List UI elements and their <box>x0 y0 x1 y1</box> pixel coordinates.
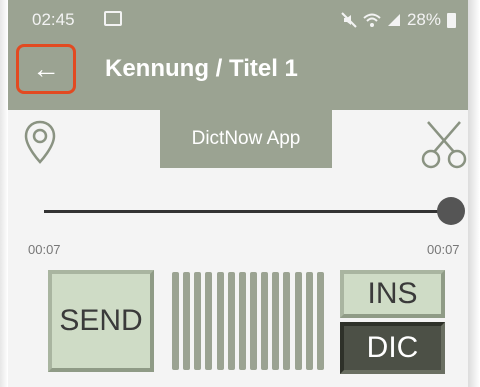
level-bar <box>272 272 280 370</box>
signal-icon <box>387 14 400 26</box>
audio-level-meter <box>172 272 324 370</box>
wifi-icon <box>363 13 381 27</box>
level-bar <box>227 272 235 370</box>
playback-slider-track[interactable] <box>44 210 444 213</box>
level-bar <box>316 272 324 370</box>
level-bar <box>294 272 302 370</box>
status-time: 02:45 <box>32 10 75 29</box>
elapsed-time: 00:07 <box>28 242 61 257</box>
level-bar <box>249 272 257 370</box>
toast-message: DictNow App <box>160 110 332 168</box>
page-title: Kennung / Titel 1 <box>105 55 298 82</box>
app-screen: 02:45 28% ← Kennung / Titel 1 DictNow Ap… <box>0 0 480 387</box>
back-arrow-icon: ← <box>32 53 60 84</box>
app-bar: 02:45 28% ← Kennung / Titel 1 <box>8 0 468 110</box>
back-button[interactable]: ← <box>16 44 76 94</box>
level-bar <box>238 272 246 370</box>
dictate-button[interactable]: DIC <box>340 322 445 374</box>
playback-slider-thumb[interactable] <box>437 197 465 225</box>
mute-icon <box>341 12 357 28</box>
level-bar <box>261 272 269 370</box>
right-edge-shadow <box>468 0 480 387</box>
level-bar <box>172 272 179 370</box>
total-time: 00:07 <box>427 242 460 257</box>
level-bar <box>283 272 291 370</box>
scissors-icon[interactable] <box>420 118 468 170</box>
send-button[interactable]: SEND <box>48 270 154 372</box>
location-pin-icon[interactable] <box>22 118 58 166</box>
left-edge-shadow <box>0 0 8 387</box>
gallery-icon <box>104 11 122 26</box>
level-bar <box>194 272 202 370</box>
level-bar <box>205 272 213 370</box>
status-icons: 28% <box>341 10 456 30</box>
level-bar <box>183 272 191 370</box>
status-bar: 02:45 28% <box>8 0 468 40</box>
battery-percent: 28% <box>406 10 441 29</box>
level-bar <box>305 272 313 370</box>
level-bar <box>216 272 224 370</box>
battery-icon <box>447 12 456 28</box>
insert-button[interactable]: INS <box>340 270 445 318</box>
